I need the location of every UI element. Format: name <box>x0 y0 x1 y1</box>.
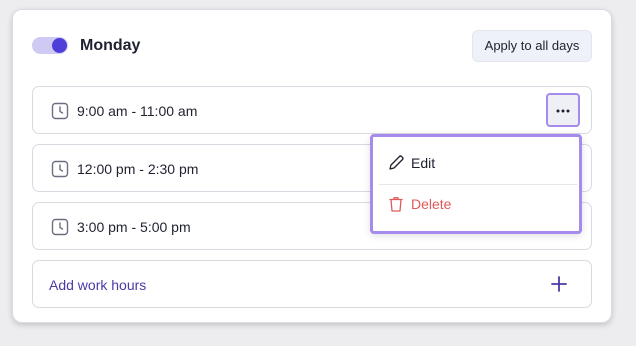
apply-to-all-days-button[interactable]: Apply to all days <box>472 30 592 62</box>
menu-item-delete[interactable]: Delete <box>373 183 579 225</box>
time-slot-label: 3:00 pm - 5:00 pm <box>77 219 191 235</box>
time-slot-row: 9:00 am - 11:00 am <box>32 86 592 134</box>
plus-icon <box>551 276 567 292</box>
trash-icon <box>389 197 403 212</box>
menu-item-edit[interactable]: Edit <box>373 142 579 184</box>
pencil-icon <box>389 155 404 170</box>
menu-item-label: Edit <box>411 155 436 171</box>
add-work-hours-button[interactable]: Add work hours <box>32 260 592 308</box>
more-horizontal-icon <box>556 109 570 113</box>
menu-item-label: Delete <box>411 196 452 212</box>
day-header: Monday Apply to all days <box>13 10 611 78</box>
time-slot-options-menu: Edit Delete <box>370 134 582 234</box>
clock-icon <box>51 102 69 120</box>
more-options-button[interactable] <box>546 93 580 127</box>
toggle-knob <box>52 38 67 53</box>
day-title: Monday <box>80 37 141 54</box>
clock-icon <box>51 218 69 236</box>
day-toggle[interactable] <box>32 37 68 54</box>
time-slot-label: 9:00 am - 11:00 am <box>77 103 198 119</box>
time-slot-label: 12:00 pm - 2:30 pm <box>77 161 199 177</box>
clock-icon <box>51 160 69 178</box>
add-work-hours-label: Add work hours <box>49 277 147 293</box>
